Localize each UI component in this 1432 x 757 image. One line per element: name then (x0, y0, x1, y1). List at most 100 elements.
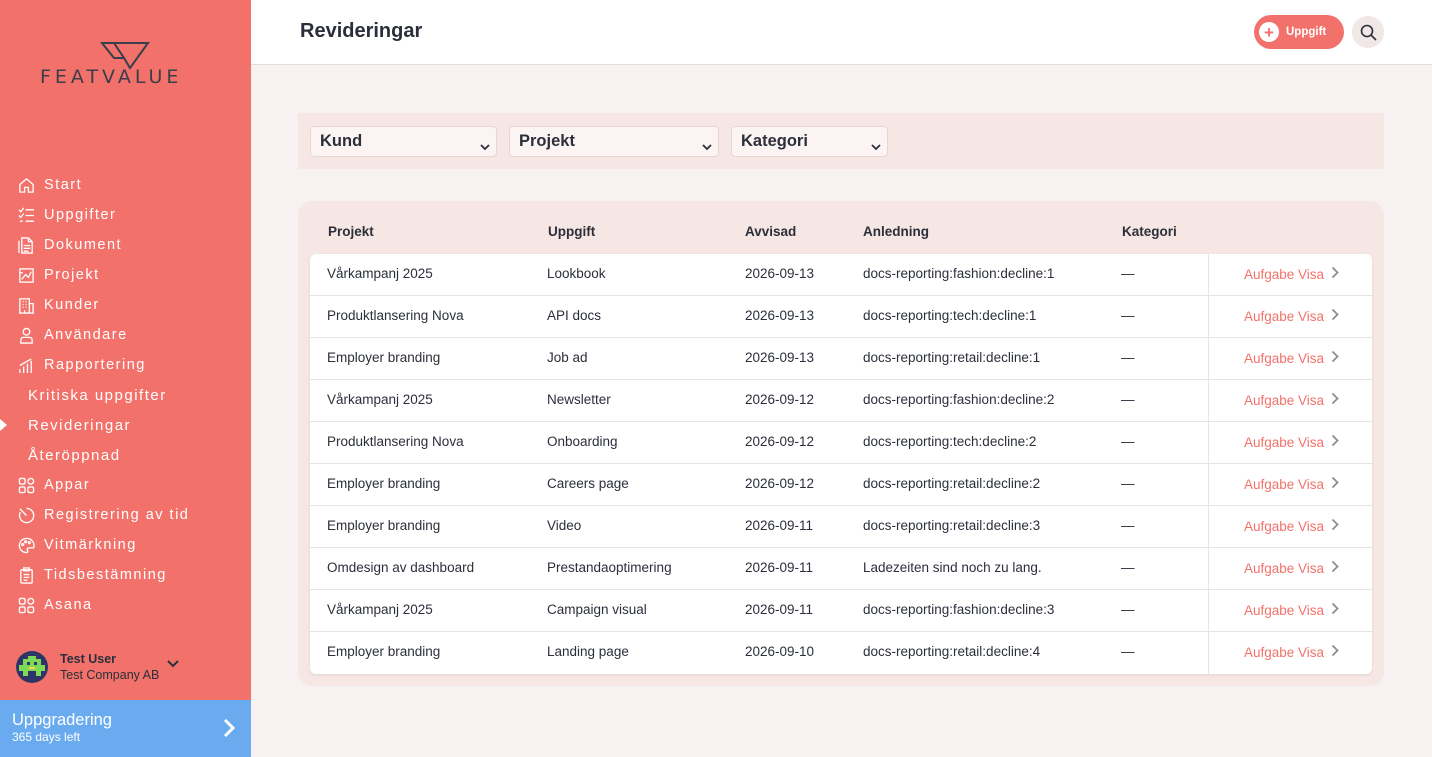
clipboard-icon (17, 566, 35, 584)
row-category: — (1121, 476, 1135, 491)
featvalue-logo[interactable]: FEATVALUE (40, 40, 215, 90)
sidebar-item-projects[interactable]: Projekt (0, 260, 251, 290)
sidebar-item-label: Dokument (44, 237, 123, 253)
sidebar-item-label: Vitmärkning (44, 537, 137, 553)
column-header-declined[interactable]: Avvisad (745, 224, 796, 239)
column-header-category[interactable]: Kategori (1122, 224, 1177, 239)
project-select-value: Projekt (519, 132, 575, 150)
table-row: Vårkampanj 2025 Campaign visual 2026-09-… (310, 590, 1372, 632)
upgrade-days-left: 365 days left (12, 730, 81, 744)
row-task: Job ad (547, 350, 588, 365)
view-task-label: Aufgabe Visa (1244, 434, 1325, 450)
view-task-label: Aufgabe Visa (1244, 602, 1325, 618)
avatar (16, 651, 48, 683)
row-task: Onboarding (547, 434, 618, 449)
view-task-label: Aufgabe Visa (1244, 308, 1325, 324)
view-task-link[interactable]: Aufgabe Visa (1244, 308, 1339, 324)
search-button[interactable] (1352, 16, 1384, 48)
search-icon (1360, 24, 1377, 41)
chevron-right-icon (223, 718, 236, 743)
column-divider (1208, 338, 1209, 380)
home-icon (17, 176, 35, 194)
row-declined-date: 2026-09-13 (745, 308, 815, 323)
view-task-link[interactable]: Aufgabe Visa (1244, 560, 1339, 576)
table-row: Employer branding Careers page 2026-09-1… (310, 464, 1372, 506)
upgrade-banner[interactable]: Uppgradering 365 days left (0, 700, 251, 757)
row-declined-date: 2026-09-11 (745, 560, 814, 575)
sidebar-item-reopened[interactable]: Återöppnad (0, 440, 251, 470)
row-reason: Ladezeiten sind noch zu lang. (863, 560, 1042, 575)
row-project: Employer branding (327, 476, 441, 491)
view-task-link[interactable]: Aufgabe Visa (1244, 392, 1339, 408)
sidebar-item-timing[interactable]: Tidsbestämning (0, 560, 251, 590)
sidebar-item-reporting[interactable]: Rapportering (0, 350, 251, 380)
user-icon (17, 326, 35, 344)
view-task-link[interactable]: Aufgabe Visa (1244, 434, 1339, 450)
column-divider (1208, 422, 1209, 464)
sidebar-item-users[interactable]: Användare (0, 320, 251, 350)
row-reason: docs-reporting:retail:decline:2 (863, 476, 1041, 491)
sidebar-item-start[interactable]: Start (0, 170, 251, 200)
chevron-down-icon[interactable] (167, 655, 180, 673)
sidebar-item-documents[interactable]: Dokument (0, 230, 251, 260)
table-row: Employer branding Video 2026-09-11 docs-… (310, 506, 1372, 548)
table-row: Vårkampanj 2025 Lookbook 2026-09-13 docs… (310, 254, 1372, 296)
sidebar-item-apps[interactable]: Appar (0, 470, 251, 500)
project-select[interactable]: Projekt (509, 126, 719, 157)
sidebar-item-customers[interactable]: Kunder (0, 290, 251, 320)
column-header-task[interactable]: Uppgift (548, 224, 595, 239)
filter-bar: Kund Projekt Kategori (298, 113, 1384, 169)
customer-select-value: Kund (320, 132, 363, 150)
table-row: Omdesign av dashboard Prestandaoptimerin… (310, 548, 1372, 590)
column-header-reason[interactable]: Anledning (863, 224, 929, 239)
page-title: Revideringar (300, 20, 423, 42)
row-reason: docs-reporting:fashion:decline:3 (863, 602, 1055, 617)
column-divider (1208, 254, 1209, 296)
sidebar-item-time-registration[interactable]: Registrering av tid (0, 500, 251, 530)
row-declined-date: 2026-09-11 (745, 602, 814, 617)
row-category: — (1121, 308, 1135, 323)
apps-icon (17, 596, 35, 614)
timer-icon (17, 506, 35, 524)
row-declined-date: 2026-09-13 (745, 266, 815, 281)
table-row: Produktlansering Nova Onboarding 2026-09… (310, 422, 1372, 464)
row-reason: docs-reporting:tech:decline:1 (863, 308, 1037, 323)
row-category: — (1121, 560, 1135, 575)
chevron-right-icon (1331, 476, 1339, 492)
column-header-project[interactable]: Projekt (328, 224, 374, 239)
view-task-link[interactable]: Aufgabe Visa (1244, 518, 1339, 534)
add-task-button[interactable]: + Uppgift (1254, 15, 1344, 49)
sidebar-item-revisions[interactable]: Revideringar (0, 410, 251, 440)
upgrade-title: Uppgradering (12, 711, 112, 729)
chevron-down-icon (480, 137, 490, 156)
chevron-right-icon (1331, 308, 1339, 324)
sidebar-item-label: Projekt (44, 267, 100, 283)
view-task-link[interactable]: Aufgabe Visa (1244, 266, 1339, 282)
row-task: API docs (547, 308, 602, 323)
customer-select[interactable]: Kund (310, 126, 497, 157)
row-category: — (1121, 350, 1135, 365)
sidebar-item-critical-tasks[interactable]: Kritiska uppgifter (0, 380, 251, 410)
chevron-right-icon (1331, 350, 1339, 366)
sidebar-item-whitelabel[interactable]: Vitmärkning (0, 530, 251, 560)
sidebar-item-tasks[interactable]: Uppgifter (0, 200, 251, 230)
sidebar-item-asana[interactable]: Asana (0, 590, 251, 620)
view-task-link[interactable]: Aufgabe Visa (1244, 602, 1339, 618)
view-task-link[interactable]: Aufgabe Visa (1244, 476, 1339, 492)
sidebar-item-label: Rapportering (44, 357, 146, 373)
row-declined-date: 2026-09-10 (745, 644, 815, 659)
category-select[interactable]: Kategori (731, 126, 888, 157)
row-project: Produktlansering Nova (327, 308, 464, 323)
top-header: Revideringar + Uppgift (251, 0, 1432, 65)
row-project: Vårkampanj 2025 (327, 392, 433, 407)
view-task-link[interactable]: Aufgabe Visa (1244, 644, 1339, 660)
view-task-link[interactable]: Aufgabe Visa (1244, 350, 1339, 366)
view-task-label: Aufgabe Visa (1244, 350, 1325, 366)
user-menu[interactable]: Test User Test Company AB (16, 651, 180, 683)
project-icon (17, 266, 35, 284)
row-task: Lookbook (547, 266, 606, 281)
sidebar-item-label: Återöppnad (28, 446, 121, 464)
row-project: Produktlansering Nova (327, 434, 464, 449)
chevron-right-icon (1331, 434, 1339, 450)
chevron-down-icon (871, 137, 881, 156)
